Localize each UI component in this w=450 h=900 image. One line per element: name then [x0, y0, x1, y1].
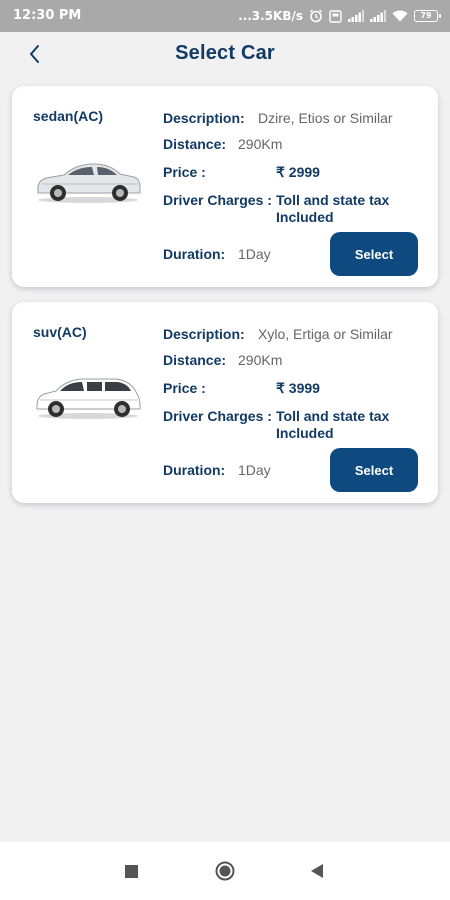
- suv-car-image: [36, 378, 141, 419]
- select-button[interactable]: Select: [330, 448, 418, 492]
- description-label: Description:: [163, 110, 245, 126]
- driver-charges-label: Driver Charges :: [163, 192, 272, 208]
- driver-charges-label: Driver Charges :: [163, 408, 272, 424]
- recents-icon[interactable]: [125, 865, 138, 878]
- duration-label: Duration:: [163, 462, 226, 478]
- status-bar: 12:30 PM ...3.5KB/s 79: [0, 0, 450, 32]
- price-label: Price :: [163, 164, 206, 180]
- storage-icon: [329, 9, 342, 23]
- driver-charges-value: Toll and state tax Included: [276, 192, 390, 225]
- car-type: suv(AC): [33, 324, 87, 340]
- battery-icon: 79: [414, 10, 441, 22]
- signal-icon: [348, 10, 364, 22]
- network-speed: ...3.5KB/s: [238, 9, 303, 23]
- home-icon[interactable]: [215, 861, 235, 881]
- price-value: ₹ 2999: [276, 164, 320, 180]
- car-type: sedan(AC): [33, 108, 104, 124]
- duration-value: 1Day: [238, 246, 271, 262]
- duration-value: 1Day: [238, 462, 271, 478]
- select-button[interactable]: Select: [330, 232, 418, 276]
- price-label: Price :: [163, 380, 206, 396]
- back-icon[interactable]: [310, 863, 324, 879]
- distance-value: 290Km: [238, 352, 283, 368]
- distance-label: Distance:: [163, 352, 227, 368]
- driver-charges-value: Toll and state tax Included: [276, 408, 390, 441]
- description-value: Dzire, Etios or Similar: [258, 110, 393, 126]
- status-icons: ...3.5KB/s 79: [238, 5, 441, 27]
- car-card: sedan(AC) Description: Dzire, Etios or S…: [12, 86, 438, 287]
- distance-value: 290Km: [238, 136, 283, 152]
- status-time: 12:30 PM: [13, 8, 82, 23]
- signal-icon: [370, 10, 386, 22]
- sedan-car-image: [37, 163, 141, 203]
- header: Select Car: [0, 32, 450, 76]
- battery-level: 79: [420, 11, 432, 20]
- description-value: Xylo, Ertiga or Similar: [258, 326, 393, 342]
- price-value: ₹ 3999: [276, 380, 320, 396]
- wifi-icon: [392, 10, 408, 22]
- nav-bar: [0, 842, 450, 900]
- page-title: Select Car: [175, 42, 275, 64]
- duration-label: Duration:: [163, 246, 226, 262]
- car-card: suv(AC) Description: Xylo, Ertiga or Sim…: [12, 302, 438, 503]
- distance-label: Distance:: [163, 136, 227, 152]
- description-label: Description:: [163, 326, 245, 342]
- alarm-icon: [310, 9, 322, 23]
